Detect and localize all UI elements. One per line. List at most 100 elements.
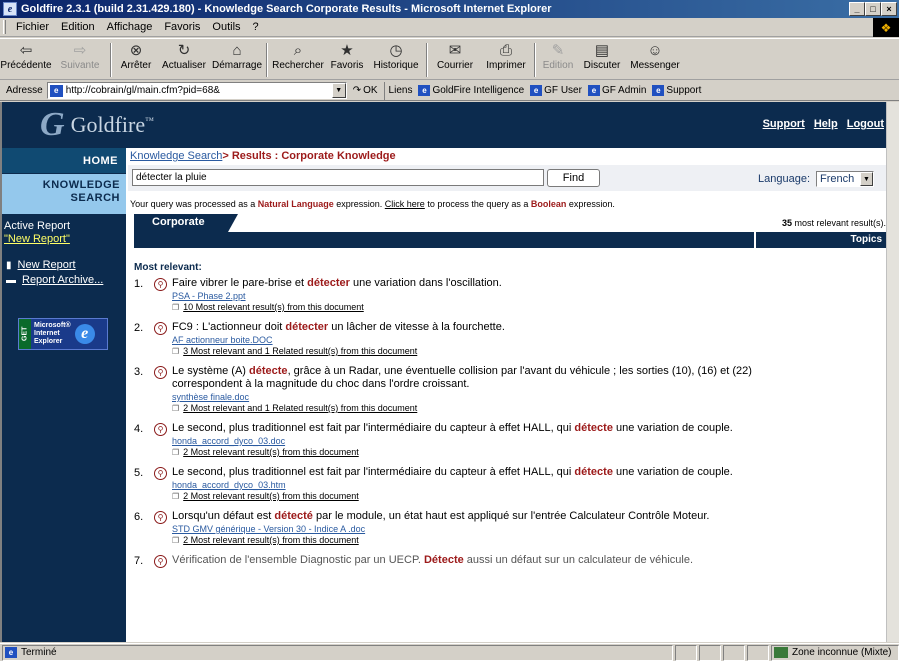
result-text: Le second, plus traditionnel est fait pa… xyxy=(172,466,733,478)
toolbar-refresh-button[interactable]: ↻ Actualiser xyxy=(158,39,210,79)
address-bar: Adresse e http://cobrain/gl/main.cfm?pid… xyxy=(0,81,899,101)
close-button[interactable]: × xyxy=(881,2,897,16)
result-more-link[interactable]: ❐ 2 Most relevant result(s) from this doc… xyxy=(172,535,752,545)
toolbar-label: Précédente xyxy=(0,60,52,71)
toolbar-separator xyxy=(534,43,536,77)
help-link[interactable]: Help xyxy=(814,118,838,130)
tab-corporate[interactable]: Corporate xyxy=(134,214,238,232)
toolbar-stop-button[interactable]: ⊗ Arrêter xyxy=(114,39,158,79)
go-arrow-icon: ↷ xyxy=(352,85,362,96)
magnifier-icon[interactable]: ⚲ xyxy=(154,511,167,524)
ie-logo-icon: e xyxy=(74,324,95,344)
toolbar-print-button[interactable]: ⎙ Imprimer xyxy=(480,39,532,79)
result-keyword: détecter xyxy=(285,321,329,333)
magnifier-icon[interactable]: ⚲ xyxy=(154,322,167,335)
magnifier-icon[interactable]: ⚲ xyxy=(154,555,167,568)
results-list: 1. ⚲ Faire vibrer le pare-brise et détecte… xyxy=(134,277,886,568)
nav-home[interactable]: HOME xyxy=(2,148,126,174)
status-cell xyxy=(675,644,697,661)
goldfire-brand: Goldfire™ xyxy=(70,112,154,137)
toolbar-favorites-button[interactable]: ★ Favoris xyxy=(326,39,368,79)
ie-app-icon: e xyxy=(3,2,17,16)
result-document-link[interactable]: honda_accord_dyco_03.doc xyxy=(172,436,752,446)
left-nav: HOME KNOWLEDGE SEARCH Active Report "New… xyxy=(2,148,126,642)
menu-affichage[interactable]: Affichage xyxy=(101,21,159,33)
result-document-link[interactable]: PSA - Phase 2.ppt xyxy=(172,291,752,301)
document-icon: ❐ xyxy=(172,403,180,413)
toolbar-label: Arrêter xyxy=(120,60,152,71)
back-arrow-icon: ⇦ xyxy=(19,42,33,59)
logout-link[interactable]: Logout xyxy=(847,118,884,130)
result-document-link[interactable]: STD GMV générique - Version 30 - Indice … xyxy=(172,524,752,534)
result-number: 4. xyxy=(134,423,144,435)
menu-edition[interactable]: Edition xyxy=(55,21,101,33)
breadcrumb-knowledge-search[interactable]: Knowledge Search xyxy=(130,150,222,162)
magnifier-icon[interactable]: ⚲ xyxy=(154,467,167,480)
toolbar-label: Discuter xyxy=(583,60,621,71)
result-text: Vérification de l'ensemble Diagnostic pa… xyxy=(172,554,694,566)
go-button[interactable]: ↷ OK xyxy=(347,85,384,96)
search-input[interactable]: détecter la pluie xyxy=(132,169,544,186)
toolbar-messenger-button[interactable]: ☺ Messenger xyxy=(626,39,684,79)
menu-help[interactable]: ? xyxy=(247,21,265,33)
result-number: 3. xyxy=(134,366,144,378)
goldfire-logo-mark-icon: G xyxy=(40,106,65,143)
support-link[interactable]: Support xyxy=(763,118,805,130)
link-gf-user[interactable]: e GF User xyxy=(530,85,582,96)
magnifier-icon[interactable]: ⚲ xyxy=(154,423,167,436)
toolbar-label: Edition xyxy=(542,60,574,71)
result-more-link[interactable]: ❐ 2 Most relevant result(s) from this doc… xyxy=(172,447,752,457)
result-more-link[interactable]: ❐ 2 Most relevant result(s) from this doc… xyxy=(172,491,752,501)
document-icon: ❐ xyxy=(172,535,180,545)
get-ie-badge[interactable]: GET Microsoft® Internet Explorer e xyxy=(18,318,108,350)
link-gf-admin[interactable]: e GF Admin xyxy=(587,85,646,96)
discuss-icon: ▤ xyxy=(594,42,610,59)
minimize-button[interactable]: _ xyxy=(849,2,865,16)
window-title: Goldfire 2.3.1 (build 2.31.429.180) - Kn… xyxy=(21,3,552,15)
page-icon: e xyxy=(49,84,63,97)
result-document-link[interactable]: synthèse finale.doc xyxy=(172,392,752,402)
vertical-scrollbar[interactable] xyxy=(886,102,899,642)
toolbar-separator xyxy=(426,43,428,77)
ie-badge-line3: Explorer xyxy=(34,338,63,345)
zone-icon xyxy=(774,647,788,658)
toolbar-home-button[interactable]: ⌂ Démarrage xyxy=(210,39,264,79)
result-text: Le système (A) détecte, grâce à un Radar… xyxy=(172,365,752,390)
find-button[interactable]: Find xyxy=(547,169,600,187)
status-cell xyxy=(747,644,769,661)
topics-header[interactable]: Topics xyxy=(754,232,886,248)
status-bar: e Terminé Zone inconnue (Mixte) xyxy=(0,643,899,661)
magnifier-icon[interactable]: ⚲ xyxy=(154,278,167,291)
menu-outils[interactable]: Outils xyxy=(206,21,246,33)
address-dropdown-icon[interactable]: ▼ xyxy=(331,83,346,98)
toolbar-discuss-button[interactable]: ▤ Discuter xyxy=(578,39,626,79)
language-select[interactable]: French ▼ xyxy=(816,171,874,187)
boolean-click-here-link[interactable]: Click here xyxy=(385,199,425,209)
nav-knowledge-search[interactable]: KNOWLEDGE SEARCH xyxy=(2,174,126,214)
active-report-link[interactable]: "New Report" xyxy=(2,232,126,245)
result-more-link[interactable]: ❐ 10 Most relevant result(s) from this do… xyxy=(172,302,752,312)
maximize-button[interactable]: □ xyxy=(865,2,881,16)
new-report-link[interactable]: ▮ New Report xyxy=(2,259,126,271)
result-item: 4. ⚲ Le second, plus traditionnel est fait… xyxy=(134,422,886,457)
toolbar-mail-button[interactable]: ✉ Courrier xyxy=(430,39,480,79)
result-document-link[interactable]: honda_accord_dyco_03.htm xyxy=(172,480,752,490)
result-document-link[interactable]: AF actionneur boite.DOC xyxy=(172,335,752,345)
browser-viewport: G Goldfire™ Support Help Logout HOME KNO… xyxy=(0,102,886,642)
toolbar-history-button[interactable]: ◷ Historique xyxy=(368,39,424,79)
links-label: Liens xyxy=(388,85,413,96)
link-page-icon: e xyxy=(652,85,665,96)
report-archive-link[interactable]: ▬ Report Archive... xyxy=(2,274,126,286)
result-more-link[interactable]: ❐ 3 Most relevant and 1 Related result(s)… xyxy=(172,346,752,356)
toolbar-search-button[interactable]: ⌕ Rechercher xyxy=(270,39,326,79)
menu-fichier[interactable]: Fichier xyxy=(10,21,55,33)
toolbar-back-arrow-button[interactable]: ⇦ Précédente xyxy=(0,39,52,79)
address-input[interactable]: e http://cobrain/gl/main.cfm?pid=68& ▼ xyxy=(46,82,347,99)
link-goldfire-intelligence[interactable]: e GoldFire Intelligence xyxy=(418,85,524,96)
magnifier-icon[interactable]: ⚲ xyxy=(154,366,167,379)
link-support[interactable]: e Support xyxy=(652,85,701,96)
result-more-link[interactable]: ❐ 2 Most relevant and 1 Related result(s)… xyxy=(172,403,752,413)
toolbar-label: Historique xyxy=(373,60,419,71)
menu-favoris[interactable]: Favoris xyxy=(158,21,206,33)
toolbar-label: Courrier xyxy=(436,60,474,71)
